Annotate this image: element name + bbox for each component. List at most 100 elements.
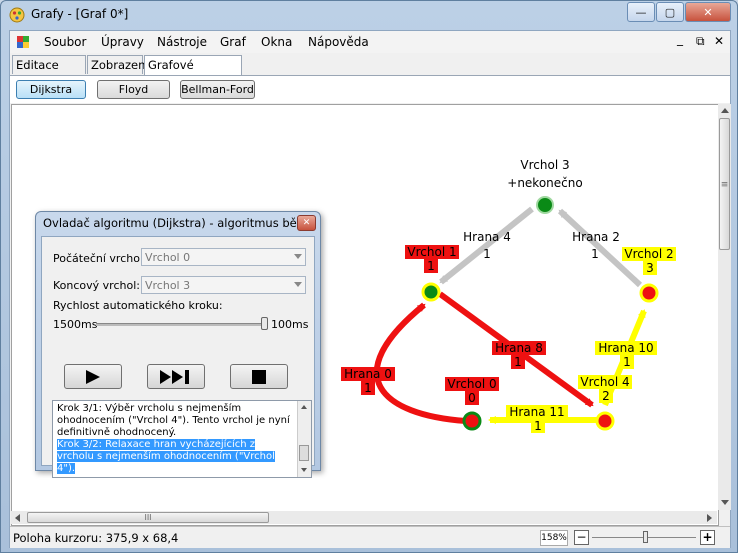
node-vrchol-4-dist: 2 <box>602 389 610 403</box>
node-vrchol-0-dist: 0 <box>468 391 476 405</box>
horizontal-thumb-grip-icon: III <box>144 513 152 522</box>
zoom-slider-thumb[interactable] <box>643 531 648 543</box>
edge-hrana-8-label: Hrana 8 <box>495 341 543 355</box>
dialog-close-icon: ✕ <box>302 218 311 228</box>
window-title: Grafy - [Graf 0*] <box>31 7 129 21</box>
zoom-slider[interactable] <box>592 531 696 544</box>
node-vrchol-4-label: Vrchol 4 <box>580 375 629 389</box>
log-step-1: Krok 3/1: Výběr vrcholu s nejmenším ohod… <box>57 403 290 438</box>
node-vrchol-3-dist: +nekonečno <box>507 176 582 190</box>
edge-hrana-0[interactable] <box>373 302 467 424</box>
close-icon: ✕ <box>703 5 713 19</box>
menu-okna[interactable]: Okna <box>261 35 292 49</box>
log-step-2: Krok 3/2: Relaxace hran vycházejících z … <box>57 439 275 474</box>
menu-nastroje[interactable]: Nástroje <box>157 35 207 49</box>
node-vrchol-0[interactable] <box>462 411 482 431</box>
speed-slider-thumb[interactable] <box>261 317 268 330</box>
dialog-body: Počáteční vrchol: Vrchol 0 Koncový vrcho… <box>41 236 315 478</box>
step-forward-button[interactable] <box>147 364 205 389</box>
minimize-button[interactable]: — <box>627 2 655 22</box>
tab-zobrazeni[interactable]: Zobrazení <box>87 55 149 74</box>
edge-hrana-2-label: Hrana 2 <box>572 230 620 244</box>
edge-hrana-0-weight: 1 <box>364 381 372 395</box>
close-button[interactable]: ✕ <box>685 2 731 22</box>
zoom-in-button[interactable]: + <box>700 530 715 545</box>
end-vertex-select[interactable]: Vrchol 3 <box>141 276 306 294</box>
horizontal-scrollbar[interactable]: III <box>11 511 717 524</box>
node-vrchol-1[interactable] <box>421 282 441 302</box>
horizontal-scroll-thumb[interactable]: III <box>27 512 269 523</box>
speed-max-label: 100ms <box>271 318 309 331</box>
node-vrchol-1-dist: 1 <box>427 259 435 273</box>
minus-icon: − <box>576 530 587 544</box>
menu-upravy[interactable]: Úpravy <box>101 35 144 49</box>
vertical-scrollbar[interactable]: ≡ <box>718 104 731 510</box>
maximize-button[interactable]: ▢ <box>656 2 684 22</box>
menu-bar: Soubor Úpravy Nástroje Graf Okna Nápověd… <box>10 31 730 53</box>
document-icon[interactable] <box>16 35 30 49</box>
node-vrchol-4[interactable] <box>595 411 615 431</box>
log-scroll-up-icon[interactable] <box>301 405 307 409</box>
app-icon <box>9 7 25 23</box>
algorithm-toolbar: Dijkstra Floyd Bellman-Ford <box>10 75 730 103</box>
edge-hrana-10-weight: 1 <box>623 355 631 369</box>
stop-icon <box>252 370 266 384</box>
tab-editace-grafu[interactable]: Editace grafu <box>12 55 86 90</box>
vertical-scroll-thumb[interactable]: ≡ <box>719 118 730 250</box>
speed-slider-track <box>96 323 268 326</box>
log-scrollbar[interactable] <box>297 401 311 477</box>
edge-hrana-4-weight: 1 <box>483 247 491 261</box>
edge-hrana-0-label: Hrana 0 <box>344 367 392 381</box>
edge-hrana-4-label: Hrana 4 <box>463 230 511 244</box>
fast-forward-icon <box>160 370 189 384</box>
title-bar[interactable]: Grafy - [Graf 0*] — ▢ ✕ <box>1 1 737 29</box>
app-window: Grafy - [Graf 0*] — ▢ ✕ Soubor Úpravy Ná… <box>0 0 738 553</box>
edge-hrana-11-label: Hrana 11 <box>509 405 564 419</box>
dialog-title: Ovladač algoritmu (Dijkstra) - algoritmu… <box>43 216 306 230</box>
start-vertex-select[interactable]: Vrchol 0 <box>141 248 306 266</box>
menu-graf[interactable]: Graf <box>220 35 246 49</box>
mdi-restore-icon[interactable]: ⧉ <box>696 34 705 49</box>
algorithm-dialog: Ovladač algoritmu (Dijkstra) - algoritmu… <box>35 211 321 478</box>
mdi-close-icon[interactable]: ✕ <box>714 34 724 48</box>
node-vrchol-2[interactable] <box>639 283 659 303</box>
minimize-icon: — <box>635 5 647 19</box>
cursor-position-text: Poloha kurzoru: 375,9 x 68,4 <box>13 531 179 545</box>
plus-icon: + <box>702 530 713 544</box>
dijkstra-button[interactable]: Dijkstra <box>16 80 86 99</box>
node-vrchol-3[interactable] <box>536 196 554 214</box>
play-icon <box>86 370 100 384</box>
floyd-button[interactable]: Floyd <box>97 80 170 99</box>
node-vrchol-0-label: Vrchol 0 <box>447 377 496 391</box>
log-scroll-down-icon[interactable] <box>301 468 307 472</box>
node-vrchol-3-label: Vrchol 3 <box>520 158 569 172</box>
chevron-down-icon <box>294 254 302 259</box>
end-vertex-value: Vrchol 3 <box>145 279 191 292</box>
scroll-right-arrow-icon[interactable] <box>707 514 712 522</box>
speed-min-label: 1500ms <box>53 318 98 331</box>
zoom-level: 158% <box>540 530 568 546</box>
log-scroll-thumb[interactable] <box>299 445 309 461</box>
node-vrchol-1-label: Vrchol 1 <box>407 245 456 259</box>
zoom-out-button[interactable]: − <box>574 530 589 545</box>
edge-hrana-8-weight: 1 <box>514 355 522 369</box>
menu-napoveda[interactable]: Nápověda <box>308 35 369 49</box>
bellman-ford-button[interactable]: Bellman-Ford <box>180 80 255 99</box>
speed-slider[interactable] <box>96 316 268 332</box>
scroll-left-arrow-icon[interactable] <box>15 514 20 522</box>
dialog-close-button[interactable]: ✕ <box>297 215 316 231</box>
edge-hrana-10-label: Hrana 10 <box>598 341 653 355</box>
start-vertex-value: Vrchol 0 <box>145 251 191 264</box>
scroll-up-arrow-icon[interactable] <box>721 108 729 113</box>
algorithm-log[interactable]: Krok 3/1: Výběr vrcholu s nejmenším ohod… <box>52 400 312 478</box>
edge-hrana-2-weight: 1 <box>591 247 599 261</box>
mdi-minimize-icon[interactable]: _ <box>677 32 683 46</box>
stop-button[interactable] <box>230 364 288 389</box>
vertical-thumb-grip-icon: ≡ <box>720 180 729 190</box>
scroll-down-arrow-icon[interactable] <box>721 500 729 505</box>
edge-hrana-11-weight: 1 <box>534 419 542 433</box>
play-button[interactable] <box>64 364 122 389</box>
tab-grafove-algoritmy[interactable]: Grafové algoritmy <box>144 55 242 90</box>
menu-soubor[interactable]: Soubor <box>44 35 86 49</box>
node-vrchol-2-label: Vrchol 2 <box>624 247 673 261</box>
